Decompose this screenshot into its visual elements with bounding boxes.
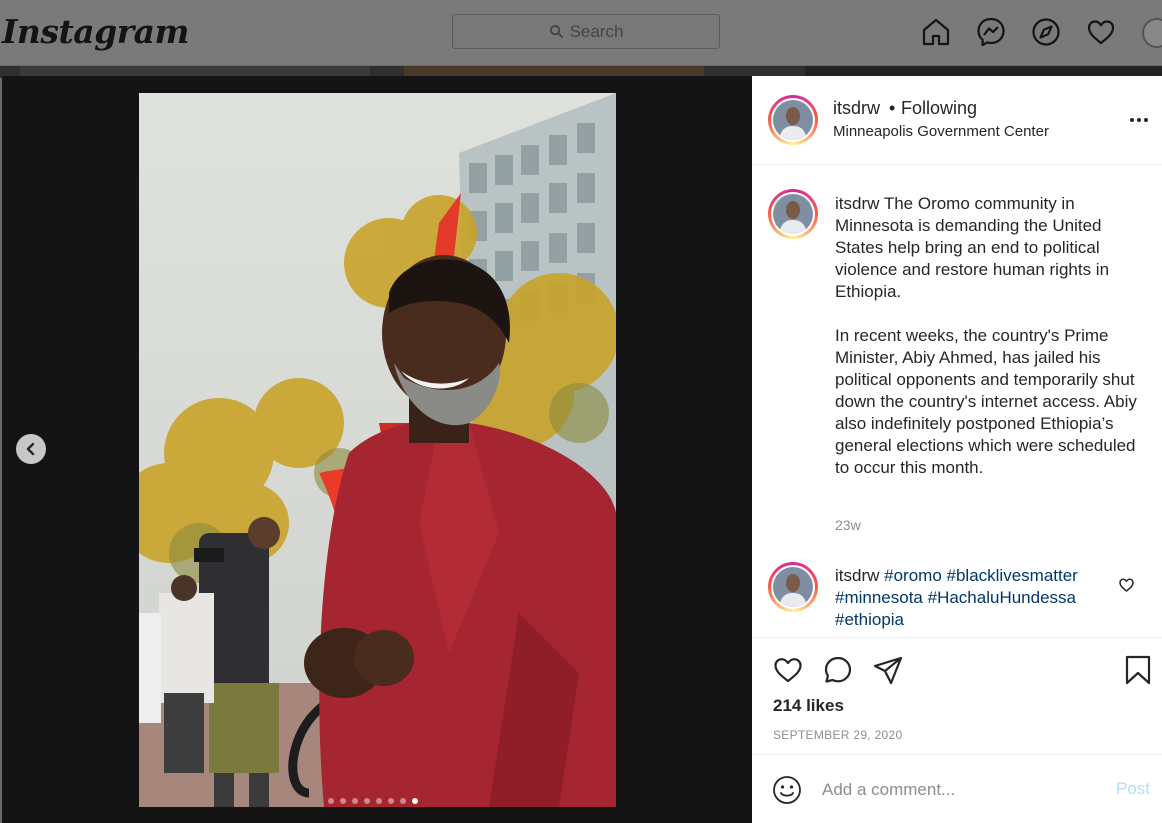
carousel-dot (328, 798, 334, 804)
search-placeholder: Search (569, 21, 624, 41)
feed-thumbnail (404, 66, 704, 76)
hashtag-link[interactable]: #blacklivesmatter (947, 566, 1078, 585)
post-actions: 214 likes SEPTEMBER 29, 2020 (752, 637, 1162, 755)
search-icon (549, 24, 563, 39)
feed-thumbnail (20, 66, 370, 76)
post-header: itsdrw • Following Minneapolis Governmen… (752, 76, 1162, 165)
hashtag-link[interactable]: #HachaluHundessa (928, 588, 1076, 607)
carousel-indicator (328, 798, 418, 804)
post-location[interactable]: Minneapolis Government Center (833, 123, 1049, 140)
post-details-panel: itsdrw • Following Minneapolis Governmen… (752, 76, 1162, 823)
add-comment-input[interactable] (822, 777, 1102, 803)
comment-bubble-icon[interactable] (822, 654, 854, 686)
home-icon[interactable] (920, 16, 952, 48)
carousel-dot (376, 798, 382, 804)
post-comment-button[interactable]: Post (1116, 779, 1150, 799)
post-photo[interactable] (139, 93, 616, 807)
header-separator: • (889, 98, 896, 118)
top-navigation: Instagram Search (0, 0, 1162, 66)
explore-icon[interactable] (1030, 16, 1062, 48)
carousel-dot (352, 798, 358, 804)
author-username[interactable]: itsdrw (833, 98, 880, 119)
carousel-dot (340, 798, 346, 804)
caption-author-avatar[interactable] (768, 189, 818, 239)
carousel-previous-button[interactable] (16, 434, 46, 464)
post-caption: itsdrw The Oromo community in Minnesota … (835, 193, 1140, 479)
post-photo-illustration (139, 93, 616, 807)
share-send-icon[interactable] (872, 654, 904, 686)
post-date[interactable]: SEPTEMBER 29, 2020 (773, 728, 902, 742)
hashtag-comment: itsdrw #oromo #blacklivesmatter #minneso… (835, 565, 1105, 631)
add-comment-section: Post (752, 755, 1162, 823)
avatar-image (773, 100, 813, 140)
comment-username[interactable]: itsdrw (835, 566, 879, 585)
hashtag-link[interactable]: #ethiopia (835, 610, 904, 629)
more-options-icon[interactable] (1130, 112, 1152, 128)
carousel-dot-active (412, 798, 418, 804)
avatar-image (773, 194, 813, 234)
avatar-image (773, 567, 813, 607)
emoji-icon[interactable] (772, 775, 802, 805)
chevron-left-icon (26, 442, 35, 456)
hashtag-link[interactable]: #minnesota (835, 588, 923, 607)
like-comment-heart-icon[interactable] (1118, 576, 1135, 593)
hashtag-link[interactable]: #oromo (884, 566, 942, 585)
caption-body: The Oromo community in Minnesota is dema… (835, 194, 1137, 477)
like-heart-icon[interactable] (772, 654, 804, 686)
comments-list[interactable]: itsdrw The Oromo community in Minnesota … (752, 165, 1162, 637)
carousel-dot (364, 798, 370, 804)
caption-username[interactable]: itsdrw (835, 194, 879, 213)
caption-timestamp[interactable]: 23w (835, 517, 861, 533)
carousel-dot (400, 798, 406, 804)
profile-avatar[interactable] (1142, 18, 1162, 48)
search-box[interactable]: Search (452, 14, 720, 49)
likes-count[interactable]: 214 likes (773, 696, 844, 716)
post-media-area (2, 76, 752, 823)
carousel-dot (388, 798, 394, 804)
feed-thumbnail (805, 66, 1162, 76)
comment-author-avatar[interactable] (768, 562, 818, 612)
save-bookmark-icon[interactable] (1122, 654, 1154, 686)
messenger-icon[interactable] (975, 16, 1007, 48)
author-avatar[interactable] (768, 95, 818, 145)
follow-status-button[interactable]: Following (901, 98, 977, 119)
instagram-logo[interactable]: Instagram (2, 12, 189, 51)
activity-heart-icon[interactable] (1085, 16, 1117, 48)
